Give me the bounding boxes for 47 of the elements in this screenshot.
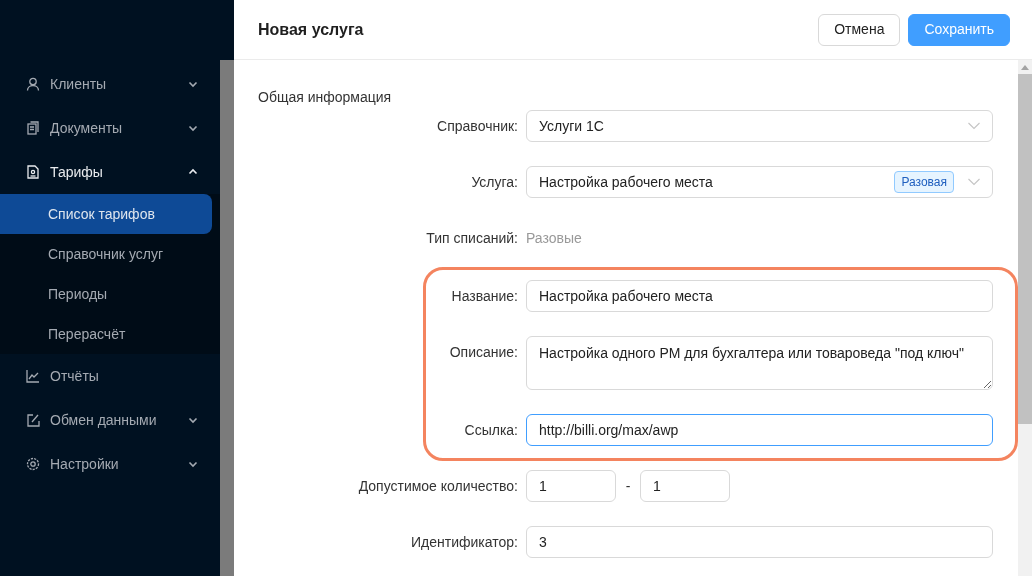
sidebar-subitem[interactable]: Справочник услуг (0, 234, 212, 274)
chevron-down-icon[interactable] (188, 415, 198, 425)
sidebar-item[interactable]: Настройки (0, 442, 220, 486)
user-icon (26, 77, 40, 91)
gear-icon (26, 457, 40, 471)
chevron-down-icon[interactable] (188, 459, 198, 469)
select-value: Услуги 1С (539, 116, 605, 136)
field-label: Допустимое количество: (357, 477, 519, 496)
section-title: Общая информация (258, 88, 393, 107)
sidebar-item[interactable]: Отчёты (0, 354, 220, 398)
field-label: Тип списаний: (425, 229, 519, 248)
scrollbar[interactable] (1018, 60, 1032, 576)
field-label: Название: (450, 287, 519, 306)
cancel-button[interactable]: Отмена (818, 13, 901, 46)
static-value: Разовые (526, 229, 583, 248)
range-separator: - (624, 477, 632, 496)
field-label: Идентификатор: (410, 533, 519, 552)
chart-icon (26, 369, 40, 383)
sidebar-subitem[interactable]: Список тарифов (0, 194, 212, 234)
field-label: Справочник: (436, 117, 519, 136)
text-area[interactable]: Настройка одного РМ для бухгалтера или товароведа "под ключ" (526, 336, 993, 390)
edit-icon (26, 413, 40, 427)
sidebar-subitem[interactable]: Перерасчёт (0, 314, 212, 354)
select-field[interactable]: Услуги 1С (526, 110, 993, 142)
tag: Разовая (894, 171, 954, 193)
select-value: Настройка рабочего места (539, 172, 714, 192)
field-label: Услуга: (470, 173, 519, 192)
input-field[interactable]: http://billi.org/max/awp (526, 414, 993, 446)
chevron-down-icon[interactable] (188, 123, 198, 133)
scrollbar-thumb[interactable] (1018, 74, 1032, 424)
sidebar-subitem[interactable]: Периоды (0, 274, 212, 314)
sidebar-item[interactable]: Клиенты (0, 62, 220, 106)
document-icon (26, 165, 40, 179)
input-field[interactable]: Настройка рабочего места (526, 280, 993, 312)
select-field[interactable]: Настройка рабочего места Разовая (526, 166, 993, 198)
documents-icon (26, 121, 40, 135)
field-label: Описание: (448, 343, 519, 362)
drawer-title: Новая услуга (258, 19, 365, 40)
chevron-up-icon[interactable] (188, 167, 198, 177)
sidebar-item[interactable]: Документы (0, 106, 220, 150)
sidebar-item[interactable]: Тарифы (0, 150, 220, 194)
input-field[interactable]: 1 (640, 470, 730, 502)
chevron-down-icon[interactable] (188, 79, 198, 89)
sidebar-item[interactable]: Обмен данными (0, 398, 220, 442)
input-field[interactable]: 3 (526, 526, 993, 558)
input-field[interactable]: 1 (526, 470, 616, 502)
field-label: Ссылка: (463, 421, 519, 440)
